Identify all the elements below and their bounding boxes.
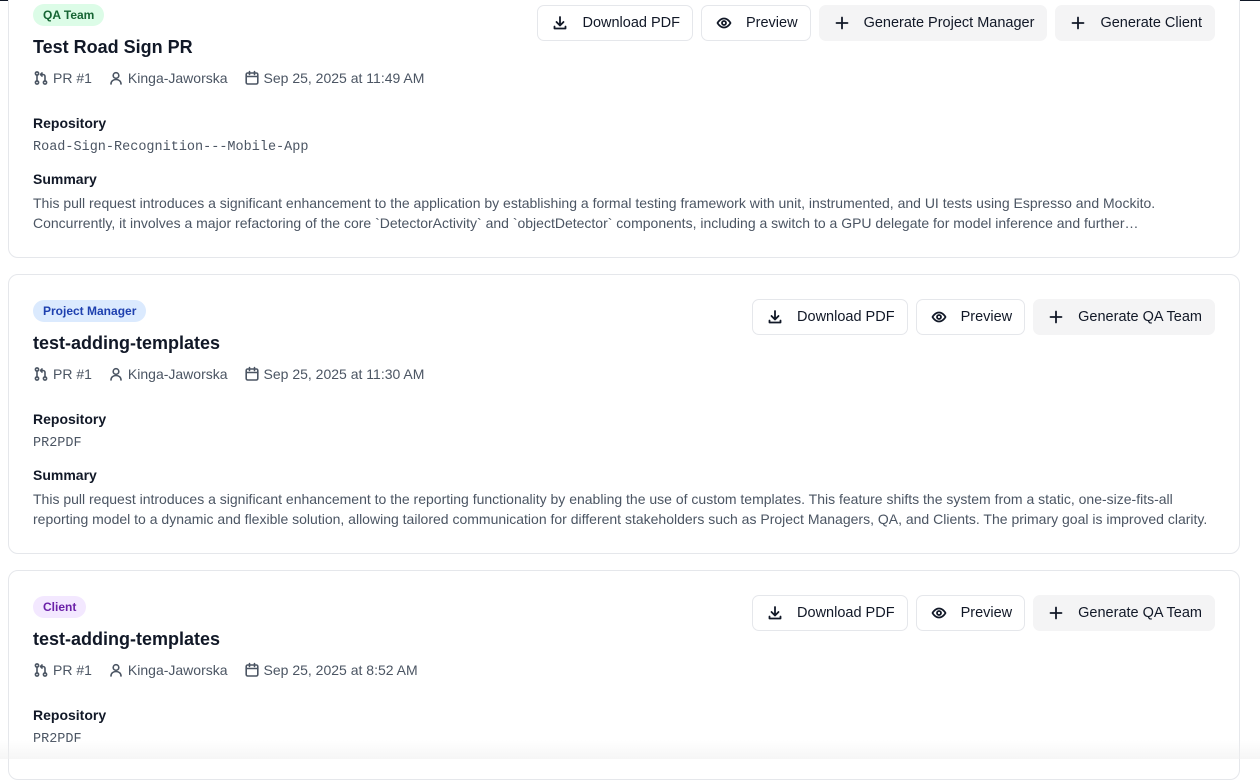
download-pdf-button[interactable]: Download PDF xyxy=(752,595,908,631)
download-icon xyxy=(768,310,782,324)
pr-number-text: PR #1 xyxy=(53,70,92,86)
generate-qa-team-button[interactable]: Generate QA Team xyxy=(1033,595,1215,631)
card-actions: Download PDF Preview Generate Project Ma… xyxy=(537,5,1215,41)
created-date-text: Sep 25, 2025 at 11:49 AM xyxy=(263,70,425,86)
author-name: Kinga-Jaworska xyxy=(127,662,228,678)
plus-icon xyxy=(835,16,848,30)
generate-qa-team-label: Generate QA Team xyxy=(1078,605,1202,621)
eye-icon xyxy=(931,311,946,323)
pr-number: PR #1 xyxy=(33,662,92,678)
scroll-fade xyxy=(0,740,1260,759)
user-icon xyxy=(110,71,122,85)
pr-number: PR #1 xyxy=(33,70,92,86)
download-pdf-button[interactable]: Download PDF xyxy=(537,5,693,41)
repository-name: PR2PDF xyxy=(33,436,82,451)
preview-button[interactable]: Preview xyxy=(915,299,1026,335)
eye-icon xyxy=(931,607,946,619)
generate-client-button[interactable]: Generate Client xyxy=(1055,5,1215,41)
created-date: Sep 25, 2025 at 11:49 AM xyxy=(244,70,425,86)
generate-project-manager-button[interactable]: Generate Project Manager xyxy=(818,5,1048,41)
user-icon xyxy=(110,367,122,381)
download-pdf-label: Download PDF xyxy=(797,309,895,325)
generate-client-label: Generate Client xyxy=(1100,15,1202,31)
created-date: Sep 25, 2025 at 8:52 AM xyxy=(244,662,418,678)
author: Kinga-Jaworska xyxy=(108,366,228,382)
author-name: Kinga-Jaworska xyxy=(127,366,228,382)
audience-badge: QA Team xyxy=(33,4,105,26)
created-date-text: Sep 25, 2025 at 11:30 AM xyxy=(263,366,425,382)
created-date: Sep 25, 2025 at 11:30 AM xyxy=(244,366,425,382)
preview-button[interactable]: Preview xyxy=(700,5,811,41)
download-pdf-button[interactable]: Download PDF xyxy=(752,299,908,335)
report-meta: PR #1 Kinga-Jaworska Sep 25, 2025 at 11:… xyxy=(33,366,440,382)
repository-label: Repository xyxy=(33,707,107,723)
card-actions: Download PDF Preview Generate QA Team xyxy=(752,299,1215,335)
calendar-icon xyxy=(244,366,259,381)
report-title: test-adding-templates xyxy=(33,629,221,649)
generate-qa-team-button[interactable]: Generate QA Team xyxy=(1033,299,1215,335)
generate-qa-team-label: Generate QA Team xyxy=(1078,309,1202,325)
repository-label: Repository xyxy=(33,115,107,131)
preview-button[interactable]: Preview xyxy=(915,595,1026,631)
report-card: QA Team Test Road Sign PR PR #1 Kinga-Ja… xyxy=(8,0,1240,258)
calendar-icon xyxy=(244,70,259,85)
created-date-text: Sep 25, 2025 at 8:52 AM xyxy=(263,662,418,678)
calendar-icon xyxy=(244,662,259,677)
report-card: Project Manager test-adding-templates PR… xyxy=(8,274,1240,554)
report-title: Test Road Sign PR xyxy=(33,37,193,57)
repository-label: Repository xyxy=(33,411,107,427)
git-pull-request-icon xyxy=(34,71,48,85)
eye-icon xyxy=(716,17,732,29)
pr-number-text: PR #1 xyxy=(53,366,92,382)
summary-text: This pull request introduces a significa… xyxy=(33,491,1208,527)
plus-icon xyxy=(1049,606,1063,620)
author: Kinga-Jaworska xyxy=(108,70,228,86)
download-pdf-label: Download PDF xyxy=(797,605,895,621)
download-icon xyxy=(768,606,782,620)
card-actions: Download PDF Preview Generate QA Team xyxy=(752,595,1215,631)
summary-label: Summary xyxy=(33,467,97,483)
author-name: Kinga-Jaworska xyxy=(127,70,228,86)
audience-badge: Project Manager xyxy=(33,300,147,322)
pr-number-text: PR #1 xyxy=(53,662,92,678)
download-icon xyxy=(554,16,567,30)
download-pdf-label: Download PDF xyxy=(582,15,680,31)
repository-name: Road-Sign-Recognition---Mobile-App xyxy=(33,140,309,155)
preview-label: Preview xyxy=(960,309,1013,325)
plus-icon xyxy=(1049,310,1063,324)
git-pull-request-icon xyxy=(34,663,48,677)
summary-text: This pull request introduces a significa… xyxy=(33,195,1156,231)
preview-label: Preview xyxy=(745,15,798,31)
git-pull-request-icon xyxy=(34,367,48,381)
report-meta: PR #1 Kinga-Jaworska Sep 25, 2025 at 8:5… xyxy=(33,662,434,678)
generate-project-manager-label: Generate Project Manager xyxy=(863,15,1035,31)
report-meta: PR #1 Kinga-Jaworska Sep 25, 2025 at 11:… xyxy=(33,70,440,86)
plus-icon xyxy=(1072,16,1085,30)
report-title: test-adding-templates xyxy=(33,333,221,353)
author: Kinga-Jaworska xyxy=(108,662,228,678)
summary-label: Summary xyxy=(33,171,97,187)
pr-number: PR #1 xyxy=(33,366,92,382)
user-icon xyxy=(110,663,122,677)
audience-badge: Client xyxy=(33,596,87,618)
preview-label: Preview xyxy=(960,605,1013,621)
